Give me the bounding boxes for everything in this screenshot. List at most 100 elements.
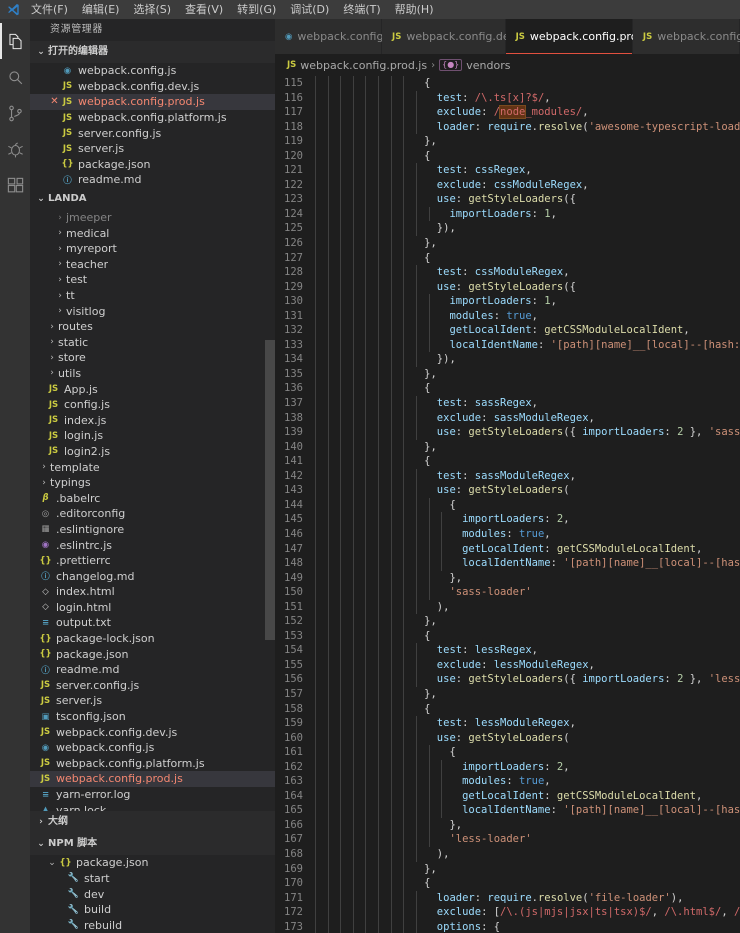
- tree-folder-row[interactable]: › static: [30, 335, 275, 351]
- indent-guide: [352, 221, 354, 237]
- tree-file-row[interactable]: ▦ .eslintignore: [30, 522, 275, 538]
- close-dirty-icon[interactable]: ✕: [49, 96, 60, 107]
- tree-file-row[interactable]: JS webpack.config.platform.js: [30, 756, 275, 772]
- tree-folder-row[interactable]: › template: [30, 459, 275, 475]
- editor-tab[interactable]: JS webpack.config.prod.js ✕: [505, 19, 675, 54]
- code-editor[interactable]: 115 { 116 test: /\.ts[x]?$/, 117 exclude…: [275, 76, 740, 933]
- open-editor-item[interactable]: JS webpack.config.dev.js: [30, 79, 275, 95]
- section-npm-scripts-header[interactable]: ⌄ NPM 脚本: [30, 833, 275, 856]
- tree-file-row[interactable]: ⓘ readme.md: [30, 662, 275, 678]
- tree-file-row[interactable]: ▣ tsconfig.json: [30, 709, 275, 725]
- tree-folder-row[interactable]: › typings: [30, 475, 275, 491]
- menu-debug[interactable]: 调试(D): [283, 0, 336, 19]
- indent-guide: [352, 643, 354, 658]
- tree-file-row[interactable]: {} .prettierrc: [30, 553, 275, 569]
- activity-debug-icon[interactable]: [0, 131, 30, 167]
- tree-file-row[interactable]: ◉ webpack.config.js: [30, 740, 275, 756]
- section-outline-header[interactable]: › 大纲: [30, 811, 275, 834]
- menu-file[interactable]: 文件(F): [24, 0, 75, 19]
- tree-folder-row[interactable]: › myreport: [30, 241, 275, 257]
- indent-guide: [365, 570, 367, 586]
- tree-file-row[interactable]: β .babelrc: [30, 490, 275, 506]
- tree-folder-row[interactable]: › visitlog: [30, 303, 275, 319]
- menu-edit[interactable]: 编辑(E): [75, 0, 127, 19]
- npm-script-row[interactable]: 🔧 build: [30, 902, 275, 918]
- open-editor-item[interactable]: JS webpack.config.platform.js: [30, 110, 275, 126]
- code-line: 136 {: [275, 381, 740, 397]
- code-content: localIdentName: '[path][name]__[local]--…: [315, 556, 740, 571]
- breadcrumb-symbol[interactable]: {●} vendors: [439, 59, 511, 72]
- tree-file-row[interactable]: {} package-lock.json: [30, 631, 275, 647]
- tree-file-row[interactable]: JS server.js: [30, 693, 275, 709]
- tree-folder-row[interactable]: › teacher: [30, 257, 275, 273]
- section-open-editors-header[interactable]: ⌄ 打开的编辑器: [30, 41, 275, 63]
- indent-guide: [352, 745, 354, 760]
- editor-tab[interactable]: JS webpack.config.p ✕: [632, 19, 740, 54]
- code-token: },: [424, 367, 437, 380]
- code-content: },: [315, 236, 437, 251]
- breadcrumb-file[interactable]: JS webpack.config.prod.js: [287, 59, 427, 72]
- code-content: 'sass-loader': [315, 585, 532, 600]
- tree-file-row[interactable]: ⓘ changelog.md: [30, 568, 275, 584]
- open-editor-item[interactable]: JS server.js: [30, 141, 275, 157]
- menu-selection[interactable]: 选择(S): [126, 0, 178, 19]
- indent-guide: [327, 396, 329, 411]
- tree-file-row[interactable]: ◉ .eslintrc.js: [30, 537, 275, 553]
- sidebar-scrollbar[interactable]: [265, 339, 275, 640]
- tree-file-row[interactable]: ◇ login.html: [30, 600, 275, 616]
- activity-explorer-icon[interactable]: [0, 23, 30, 59]
- js-file-icon: JS: [287, 60, 297, 70]
- file-type-icon: ⓘ: [41, 572, 50, 583]
- open-editor-item[interactable]: {} package.json: [30, 157, 275, 173]
- tree-folder-row[interactable]: › medical: [30, 225, 275, 241]
- tree-folder-row[interactable]: › tt: [30, 288, 275, 304]
- indent-guide: [340, 381, 342, 397]
- editor-tab[interactable]: JS webpack.config.dev.js ✕: [382, 19, 528, 54]
- open-editor-item[interactable]: ◉ webpack.config.js: [30, 63, 275, 79]
- indent-guide: [378, 876, 380, 891]
- tree-file-row[interactable]: ▲ yarn.lock: [30, 802, 275, 811]
- tree-folder-row[interactable]: › test: [30, 272, 275, 288]
- npm-script-row[interactable]: 🔧 start: [30, 871, 275, 887]
- open-editor-item[interactable]: JS server.config.js: [30, 125, 275, 141]
- tree-folder-row[interactable]: › utils: [30, 366, 275, 382]
- npm-script-row[interactable]: 🔧 rebuild: [30, 917, 275, 933]
- code-token: :: [544, 789, 557, 802]
- tree-file-row[interactable]: JS webpack.config.prod.js: [30, 771, 275, 787]
- open-editor-item[interactable]: ✕ JS webpack.config.prod.js: [30, 94, 275, 110]
- tree-file-row[interactable]: ◇ index.html: [30, 584, 275, 600]
- activity-source-control-icon[interactable]: [0, 95, 30, 131]
- open-editor-item[interactable]: ⓘ readme.md: [30, 172, 275, 188]
- editor-tab[interactable]: ◉ webpack.config.js ✕: [275, 19, 396, 54]
- tree-file-row[interactable]: ≡ output.txt: [30, 615, 275, 631]
- indent-guide: [403, 846, 405, 862]
- tree-file-row[interactable]: JS index.js: [30, 412, 275, 428]
- tree-file-row[interactable]: JS App.js: [30, 381, 275, 397]
- tree-file-row[interactable]: JS server.config.js: [30, 678, 275, 694]
- section-workspace-header[interactable]: ⌄ LANDA: [30, 187, 275, 210]
- indent-guide: [378, 308, 380, 324]
- tree-folder-row[interactable]: › jmeeper: [30, 210, 275, 226]
- menu-help[interactable]: 帮助(H): [388, 0, 441, 19]
- indent-guide: [390, 76, 392, 91]
- tree-file-row[interactable]: ◎ .editorconfig: [30, 506, 275, 522]
- indent-guide: [315, 497, 316, 513]
- menu-view[interactable]: 查看(V): [178, 0, 230, 19]
- menu-terminal[interactable]: 终端(T): [336, 0, 387, 19]
- tree-file-row[interactable]: JS webpack.config.dev.js: [30, 724, 275, 740]
- npm-root-row[interactable]: ⌄ {} package.json: [30, 855, 275, 871]
- indent-guide: [365, 759, 367, 775]
- tree-folder-row[interactable]: › store: [30, 350, 275, 366]
- tree-file-row[interactable]: JS config.js: [30, 397, 275, 413]
- tree-file-row[interactable]: ≡ yarn-error.log: [30, 787, 275, 803]
- activity-extensions-icon[interactable]: [0, 167, 30, 203]
- tree-folder-row[interactable]: › routes: [30, 319, 275, 335]
- activity-search-icon[interactable]: [0, 59, 30, 95]
- tree-file-row[interactable]: JS login.js: [30, 428, 275, 444]
- file-type-icon: {}: [39, 555, 52, 566]
- menu-go[interactable]: 转到(G): [230, 0, 283, 19]
- tree-file-row[interactable]: {} package.json: [30, 646, 275, 662]
- tree-item-label: index.js: [64, 413, 107, 427]
- npm-script-row[interactable]: 🔧 dev: [30, 886, 275, 902]
- tree-file-row[interactable]: JS login2.js: [30, 444, 275, 460]
